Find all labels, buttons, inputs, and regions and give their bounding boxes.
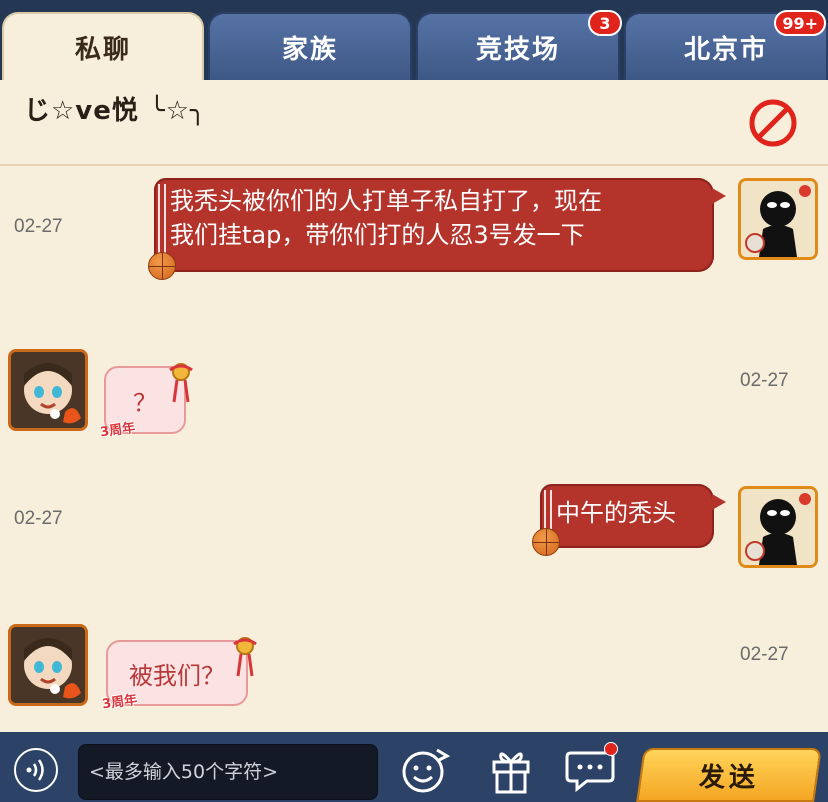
tab-label: 家族 xyxy=(281,34,338,65)
voice-button[interactable] xyxy=(14,748,58,792)
notification-dot xyxy=(604,742,618,756)
message-text: 我秃头被你们的人打单子私自打了，现在 xyxy=(170,187,602,215)
message-text: 中午的秃头 xyxy=(556,499,676,527)
message-bubble-outgoing: 我秃头被你们的人打单子私自打了，现在 我们挂tap，带你们打的人忍3号发一下 xyxy=(154,178,726,272)
message-time: 02-27 xyxy=(740,370,789,391)
tab-city[interactable]: 北京市 99+ xyxy=(624,10,828,80)
message-bubble-outgoing: 中午的秃头 xyxy=(540,484,726,548)
anniversary-tag: 3周年 xyxy=(101,692,139,713)
message-time: 02-27 xyxy=(14,508,63,529)
avatar[interactable] xyxy=(738,178,818,260)
bell-icon xyxy=(233,637,257,677)
block-button[interactable] xyxy=(748,98,798,148)
unread-badge: 99+ xyxy=(774,10,826,36)
message-text: 我们挂tap，带你们打的人忍3号发一下 xyxy=(170,221,585,249)
message-bubble-incoming: 被我们？ 3周年 xyxy=(101,640,248,712)
stickman-avatar-icon xyxy=(741,181,815,257)
tab-label: 私聊 xyxy=(74,34,131,65)
emoji-icon xyxy=(402,748,451,793)
tab-arena[interactable]: 竞技场 3 xyxy=(416,10,622,80)
gift-icon xyxy=(492,752,530,794)
tab-family[interactable]: 家族 xyxy=(208,12,412,80)
avatar[interactable] xyxy=(738,486,818,568)
message-text: 被我们？ xyxy=(129,661,225,690)
tab-label: 竞技场 xyxy=(475,34,560,65)
messages-button[interactable] xyxy=(562,742,620,798)
tab-label: 北京市 xyxy=(683,34,768,65)
gift-button[interactable] xyxy=(482,742,540,798)
basketball-icon xyxy=(532,528,560,556)
chat-header: じ☆ve悦 ╰☆╮ xyxy=(0,80,828,166)
tab-bar: 私聊 家族 竞技场 3 北京市 99+ xyxy=(0,0,828,80)
block-icon xyxy=(749,99,797,147)
input-bar: 发送 xyxy=(0,732,828,802)
basketball-icon xyxy=(148,252,176,280)
unread-badge: 3 xyxy=(588,10,622,36)
avatar[interactable] xyxy=(8,624,88,706)
send-button[interactable]: 发送 xyxy=(636,748,822,802)
anime-avatar-icon xyxy=(11,352,85,428)
contact-name: じ☆ve悦 ╰☆╮ xyxy=(24,96,207,126)
message-time: 02-27 xyxy=(740,644,789,665)
emoji-button[interactable] xyxy=(396,742,454,798)
message-list[interactable]: 02-27 我秃头被你们的人打单子私自打了，现在 我们挂tap，带你们打的人忍3… xyxy=(0,166,828,732)
send-label: 发送 xyxy=(698,762,759,793)
voice-icon xyxy=(26,759,44,781)
anime-avatar-icon xyxy=(11,627,85,703)
avatar[interactable] xyxy=(8,349,88,431)
chat-input[interactable] xyxy=(78,744,378,800)
anniversary-tag: 3周年 xyxy=(99,420,137,441)
tab-private-chat[interactable]: 私聊 xyxy=(2,12,204,80)
message-text: ？ xyxy=(133,388,157,417)
bell-icon xyxy=(169,363,193,403)
message-time: 02-27 xyxy=(14,216,63,237)
stickman-avatar-icon xyxy=(741,489,815,565)
